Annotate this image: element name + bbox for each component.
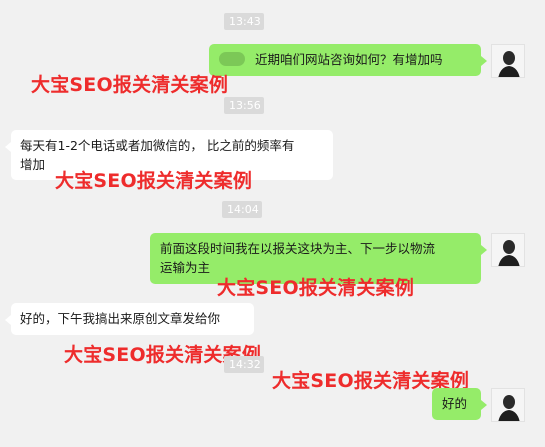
avatar-image-icon	[492, 234, 524, 266]
watermark-text: 大宝SEO报关清关案例	[31, 74, 229, 96]
avatar[interactable]	[491, 388, 525, 422]
avatar[interactable]	[491, 44, 525, 78]
chat-window[interactable]: 13:43 近期咱们网站咨询如何？有增加吗 大宝SEO报关清关案例 13:56 …	[0, 0, 545, 447]
avatar[interactable]	[491, 233, 525, 267]
timestamp: 13:56	[224, 97, 264, 114]
message-text: 每天有1-2个电话或者加微信的， 比之前的频率有	[20, 138, 295, 153]
avatar-image-icon	[492, 389, 524, 421]
message-text: 近期咱们网站咨询如何？有增加吗	[255, 52, 443, 67]
message-bubble-incoming[interactable]: 好的，下午我搞出来原创文章发给你	[5, 303, 254, 335]
timestamp: 14:32	[224, 356, 264, 373]
avatar-image-icon	[492, 45, 524, 77]
watermark-text: 大宝SEO报关清关案例	[217, 277, 415, 299]
message-text: 前面这段时间我在以报关这块为主、下一步以物流	[160, 241, 436, 256]
timestamp: 14:04	[222, 201, 262, 218]
message-text: 好的，下午我搞出来原创文章发给你	[20, 311, 221, 326]
message-bubble-outgoing[interactable]: 好的	[432, 388, 487, 420]
message-text: 好的	[442, 396, 468, 411]
timestamp: 13:43	[224, 13, 264, 30]
message-bubble-outgoing[interactable]: 近期咱们网站咨询如何？有增加吗	[209, 44, 487, 76]
watermark-text: 大宝SEO报关清关案例	[55, 170, 253, 192]
redacted-name	[219, 52, 245, 66]
